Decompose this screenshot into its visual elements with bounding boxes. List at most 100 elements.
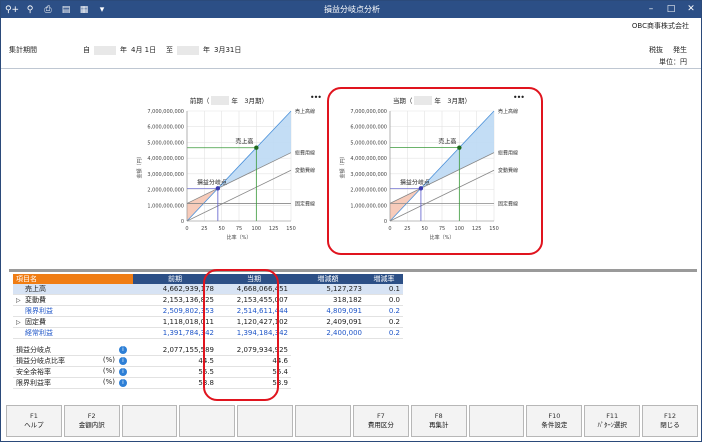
window-title: 損益分岐点分析: [324, 5, 380, 14]
y-tick-label: 5,000,000,000: [147, 140, 184, 146]
fkey-label: 閉じる: [660, 421, 680, 429]
cell-rate: 0.2: [365, 327, 403, 339]
fkey-f10[interactable]: F10 条件設定: [526, 405, 583, 437]
breakeven-point: [215, 186, 221, 191]
period-label: 集計期間: [9, 46, 37, 54]
empty-cell: [365, 345, 403, 356]
fkey-empty: [468, 405, 525, 437]
cell-rate: 0.2: [365, 305, 403, 317]
from-year-redacted: [94, 45, 116, 55]
y-axis-label: 金額（円）: [136, 153, 143, 178]
expand-icon[interactable]: ▷: [16, 297, 25, 304]
from-date: 4月 1日: [131, 46, 157, 54]
fkey-f11[interactable]: F11 ﾊﾟﾀｰﾝ選択: [584, 405, 641, 437]
row-label: 経常利益: [25, 329, 53, 337]
chart-previous-period[interactable]: 前期（ 年 3月期） ••• 0 1,000,000,000 2,000,000,0…: [131, 93, 327, 243]
info-icon[interactable]: i: [119, 345, 127, 354]
x-tick-label: 0: [185, 226, 188, 232]
close-icon[interactable]: ✕: [681, 2, 701, 16]
fkey-label: 金額内訳: [78, 421, 105, 429]
basis-label: 発生: [673, 46, 687, 54]
y-tick-label: 3,000,000,000: [147, 172, 184, 178]
stat-label: 損益分岐点比率: [16, 356, 65, 365]
stat-unit: (%): [102, 355, 115, 364]
fkey-f12[interactable]: F12 閉じる: [642, 405, 698, 437]
period-row: 集計期間 自 年 4月 1日 至 年 3月31日: [1, 39, 701, 69]
fkey-label: 再集計: [428, 421, 449, 429]
breakeven-chart-svg: 0 1,000,000,000 2,000,000,000 3,000,000,000…: [136, 108, 315, 241]
col-header-rate[interactable]: 増減率: [365, 274, 403, 284]
tax-label: 税抜: [649, 46, 663, 54]
x-tick-label: 50: [218, 226, 224, 232]
row-name: ▷ 変動費: [13, 294, 133, 306]
y-tick-label: 4,000,000,000: [147, 156, 184, 162]
stat-label: 損益分岐点: [16, 345, 51, 354]
info-icon[interactable]: i: [119, 378, 127, 387]
period-from: 自 年 4月 1日: [83, 45, 156, 55]
stat-label: 安全余裕率: [16, 367, 51, 376]
empty-cell: [291, 345, 365, 356]
fkey-number: F8: [434, 412, 443, 420]
divider: [9, 269, 697, 272]
function-key-bar: F1 ヘルプ F2 金額内訳 F7 費用区分 F8 再集計 F10 条件設定 F11 ﾊﾟﾀｰﾝ選択 F…: [5, 405, 699, 437]
stat-name: 損益分岐点 i: [13, 344, 133, 356]
sales-point-label: 売上高: [235, 138, 253, 146]
y-tick-label: 2,000,000,000: [147, 188, 184, 194]
tax-info: 税抜 発生: [649, 45, 687, 55]
empty-cell: [291, 377, 365, 388]
cell-diff: 5,127,273: [291, 284, 365, 295]
col-header-item[interactable]: 項目名: [13, 274, 133, 284]
fkey-number: F7: [376, 412, 385, 420]
row-label: 売上高: [25, 285, 46, 293]
sales-point: [254, 145, 259, 150]
row-label: 変動費: [25, 296, 46, 304]
y-tick-label: 7,000,000,000: [147, 109, 184, 115]
info-icon[interactable]: i: [119, 356, 127, 365]
cell-rate: 0.1: [365, 284, 403, 295]
x-tick-label: 150: [286, 226, 296, 232]
cell-diff: 4,809,091: [291, 305, 365, 317]
from-year-suffix: 年: [120, 46, 127, 54]
series-label: 変動費線: [295, 167, 315, 174]
title-bar: ⚲+ ⚲ ⎙ ▤ ▦ ▾ 損益分岐点分析 – □ ✕: [1, 1, 701, 18]
breakeven-point-label: 損益分岐点: [197, 178, 227, 186]
fkey-f7[interactable]: F7 費用区分: [352, 405, 409, 437]
empty-cell: [291, 355, 365, 366]
col-header-difference[interactable]: 増減額: [291, 274, 365, 284]
fkey-empty: [237, 405, 294, 437]
fkey-f1[interactable]: F1 ヘルプ: [6, 405, 62, 437]
highlight-current-chart: [327, 87, 543, 255]
cell-diff: 2,409,091: [291, 316, 365, 328]
series-label: 総費用線: [295, 150, 315, 157]
x-tick-label: 75: [236, 226, 242, 232]
info-icon[interactable]: i: [119, 367, 127, 376]
period-to: 至 年 3月31日: [166, 45, 241, 55]
expand-icon[interactable]: ▷: [16, 319, 25, 326]
stat-name: 損益分岐点比率 (%) i: [13, 355, 133, 367]
maximize-icon[interactable]: □: [661, 2, 681, 16]
fkey-number: F12: [664, 412, 677, 420]
minimize-icon[interactable]: –: [641, 2, 661, 16]
to-date: 3月31日: [214, 46, 242, 54]
window-controls: – □ ✕: [641, 2, 701, 16]
fkey-f2[interactable]: F2 金額内訳: [63, 405, 120, 437]
cell-rate: 0.0: [365, 294, 403, 306]
fkey-number: F2: [87, 412, 96, 420]
empty-cell: [365, 366, 403, 377]
stat-name: 安全余裕率 (%) i: [13, 366, 133, 378]
stat-name: 限界利益率 (%) i: [13, 377, 133, 389]
to-year-redacted: [177, 45, 199, 55]
app-window: ⚲+ ⚲ ⎙ ▤ ▦ ▾ 損益分岐点分析 – □ ✕ OBC商事株式会社 集計期…: [0, 0, 702, 442]
fkey-empty: [295, 405, 351, 437]
row-name: 経常利益: [13, 327, 133, 339]
fkey-f8[interactable]: F8 再集計: [410, 405, 467, 437]
stat-unit: (%): [102, 377, 115, 386]
row-name: 売上高: [13, 284, 133, 295]
stat-label: 限界利益率: [16, 378, 51, 387]
y-tick-label: 1,000,000,000: [147, 203, 184, 209]
x-axis-label: 比率（%）: [227, 234, 252, 241]
row-name: 限界利益: [13, 305, 133, 317]
empty-cell: [291, 366, 365, 377]
series-label: 売上高線: [295, 108, 315, 115]
empty-cell: [365, 377, 403, 388]
